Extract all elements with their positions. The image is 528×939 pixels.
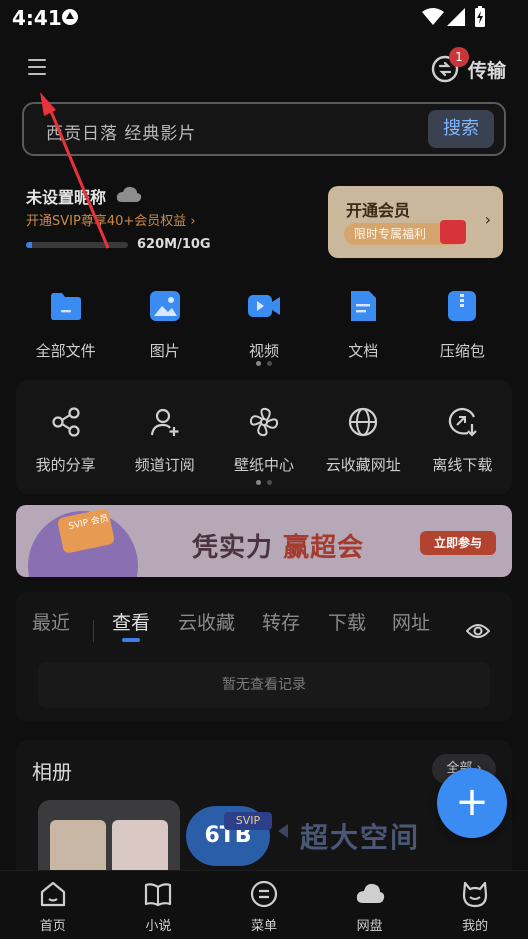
user-nickname[interactable]: 未设置昵称 (26, 184, 106, 208)
grid-item-label: 图片 (149, 342, 180, 360)
status-bar: 4:41 (0, 0, 528, 36)
grid-item-cloud-bookmarks[interactable]: 云收藏网址 (314, 406, 413, 476)
nav-item-home[interactable]: 首页 (0, 871, 106, 939)
grid-item-label: 视频 (249, 342, 280, 360)
cloud-icon (116, 186, 142, 202)
grid-item-offline-download[interactable]: 离线下载 (413, 406, 512, 476)
add-fab-button[interactable]: + (437, 768, 507, 838)
speech-pointer (278, 824, 288, 838)
svip-chip: SVIP (224, 812, 272, 830)
grid-item-label: 离线下载 (432, 456, 493, 474)
grid-item-label: 云收藏网址 (325, 456, 401, 474)
folder-icon (50, 293, 81, 320)
tab-divider (93, 620, 94, 642)
storage-usage: 620M/10G (137, 237, 211, 252)
grid-item-archives[interactable]: 压缩包 (413, 284, 512, 366)
storage-progress-bar (26, 242, 128, 248)
svip-promo-link[interactable]: 开通SVIP尊享40+会员权益 › (26, 210, 196, 229)
grid-item-images[interactable]: 图片 (115, 284, 214, 366)
grid-item-label: 壁纸中心 (234, 456, 295, 474)
tab-cloud-bookmarks[interactable]: 云收藏 (178, 608, 235, 635)
page-indicator (0, 361, 528, 367)
grid-item-wallpaper-center[interactable]: 壁纸中心 (214, 406, 313, 476)
recent-panel: 最近 查看 云收藏 转存 下载 网址 暂无查看记录 (16, 592, 512, 722)
home-icon (40, 881, 65, 907)
pinwheel-icon (249, 407, 279, 437)
share-icon (51, 407, 80, 437)
nav-item-label: 小说 (145, 919, 172, 934)
banner-cta-button[interactable]: 立即参与 (420, 531, 496, 555)
nav-item-menu[interactable]: 菜单 (211, 871, 317, 939)
search-button[interactable]: 搜索 (428, 110, 494, 148)
grid-item-label: 文档 (348, 342, 379, 360)
tools-grid: 我的分享 频道订阅 壁纸中心 云收藏网址 离线下载 (16, 406, 512, 476)
status-time: 4:41 (12, 6, 62, 30)
app-notification-icon (62, 9, 78, 25)
hamburger-menu-icon[interactable] (26, 56, 48, 78)
tab-urls[interactable]: 网址 (392, 608, 430, 635)
user-info: 未设置昵称 开通SVIP尊享40+会员权益 › 620M/10G (26, 180, 326, 260)
signal-icon (447, 8, 465, 26)
nav-item-label: 首页 (39, 919, 66, 934)
red-envelope-icon (440, 220, 466, 244)
album-promo-slogan: 超大空间 (300, 821, 421, 854)
empty-state: 暂无查看记录 (38, 662, 490, 708)
document-icon (351, 291, 377, 321)
tab-transfers[interactable]: 转存 (262, 608, 300, 635)
banner-headline-prefix: 凭实力 (192, 533, 284, 563)
recent-tabs: 最近 查看 云收藏 转存 下载 网址 (16, 608, 512, 642)
zip-icon (448, 291, 477, 321)
grid-item-label: 全部文件 (35, 342, 96, 360)
search-bar[interactable]: 西贡日落 经典影片 搜索 (22, 102, 506, 156)
battery-charging-icon (475, 6, 485, 27)
image-icon (149, 291, 180, 321)
vip-card[interactable]: 开通会员 限时专属福利 › (328, 186, 503, 258)
grid-item-label: 频道订阅 (134, 456, 195, 474)
transfer-label: 传输 (467, 59, 506, 82)
menu-circle-icon (250, 880, 278, 908)
globe-icon (349, 407, 378, 437)
active-tab-indicator (122, 638, 140, 642)
bottom-nav: 首页 小说 菜单 网盘 我的 (0, 870, 528, 939)
tab-viewed-label: 查看 (112, 612, 151, 634)
nav-item-cloud-drive[interactable]: 网盘 (317, 871, 423, 939)
book-icon (145, 883, 172, 907)
tab-recent[interactable]: 最近 (32, 608, 70, 635)
grid-item-label: 压缩包 (439, 342, 485, 360)
nav-item-label: 菜单 (250, 919, 277, 934)
promo-banner[interactable]: SVIP 会员 凭实力 赢超会 立即参与 (16, 505, 512, 577)
grid-item-all-files[interactable]: 全部文件 (16, 284, 115, 366)
cloud-drive-icon (356, 883, 384, 903)
tab-viewed[interactable]: 查看 (112, 608, 151, 642)
transfer-button[interactable]: 1 传输 (431, 47, 506, 86)
banner-headline: 凭实力 赢超会 (192, 527, 364, 564)
user-plus-icon (150, 408, 179, 436)
grid-item-channel-subscriptions[interactable]: 频道订阅 (115, 406, 214, 476)
transfer-badge: 1 (448, 47, 469, 67)
nav-item-label: 网盘 (356, 919, 383, 934)
album-title: 相册 (32, 760, 72, 784)
vip-card-title: 开通会员 (346, 201, 411, 220)
nav-item-profile[interactable]: 我的 (422, 871, 528, 939)
file-type-grid: 全部文件 图片 视频 文档 压缩包 (16, 284, 512, 366)
top-bar: 1 传输 (0, 44, 528, 94)
grid-item-videos[interactable]: 视频 (214, 284, 313, 366)
banner-headline-highlight: 赢超会 (283, 533, 365, 563)
search-placeholder: 西贡日落 经典影片 (46, 124, 197, 144)
nav-item-novels[interactable]: 小说 (106, 871, 212, 939)
grid-item-my-shares[interactable]: 我的分享 (16, 406, 115, 476)
eye-icon[interactable] (466, 622, 490, 640)
nav-item-label: 我的 (462, 919, 489, 934)
tab-downloads[interactable]: 下载 (328, 608, 366, 635)
grid-item-label: 我的分享 (35, 456, 96, 474)
chevron-right-icon: › (484, 210, 491, 229)
offline-download-icon (449, 407, 478, 437)
wifi-icon (422, 8, 444, 25)
profile-cat-icon (463, 881, 488, 908)
page-indicator (0, 480, 528, 486)
tools-panel: 我的分享 频道订阅 壁纸中心 云收藏网址 离线下载 (16, 380, 512, 494)
video-icon (248, 295, 280, 317)
grid-item-documents[interactable]: 文档 (314, 284, 413, 366)
